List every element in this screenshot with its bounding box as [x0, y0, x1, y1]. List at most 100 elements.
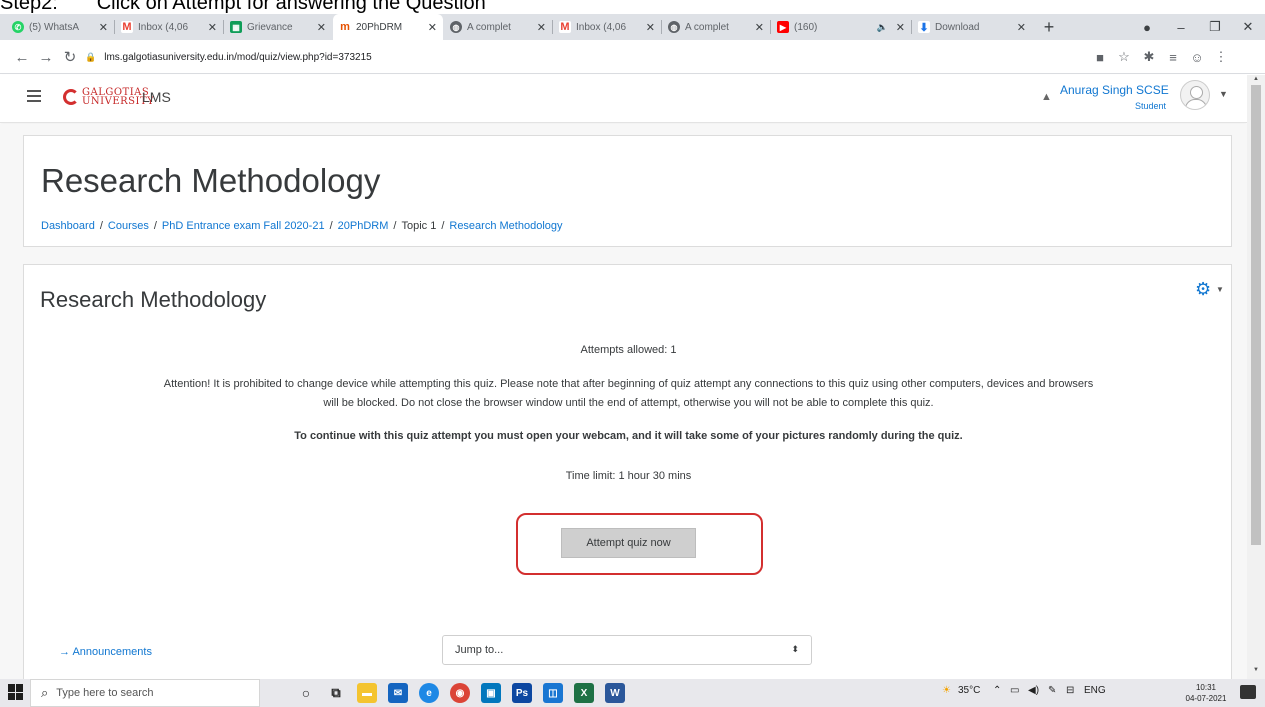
- attention-line-1: Attention! It is prohibited to change de…: [163, 378, 1094, 390]
- store-icon[interactable]: ▣: [481, 683, 501, 703]
- close-icon[interactable]: ✕: [428, 21, 437, 34]
- quiz-info-card: Research Methodology ⚙ ▼ Attempts allowe…: [23, 264, 1232, 679]
- mail-icon[interactable]: ✉: [388, 683, 408, 703]
- download-icon: ⬇: [918, 21, 930, 34]
- forward-arrow-icon[interactable]: →: [36, 47, 56, 67]
- scrollbar-thumb[interactable]: [1251, 85, 1261, 545]
- taskbar-search[interactable]: ⌕ Type here to search: [30, 679, 260, 707]
- bell-icon[interactable]: ▲: [1041, 91, 1052, 103]
- close-icon[interactable]: ✕: [1017, 21, 1026, 34]
- browser-tab-strip: ✆ (5) WhatsA ✕ M Inbox (4,06 ✕ ▦ Grievance ✕ m…: [0, 14, 1265, 40]
- back-arrow-icon[interactable]: ←: [12, 47, 32, 67]
- time-limit: Time limit: 1 hour 30 mins: [565, 470, 692, 482]
- globe-icon: ◍: [450, 21, 462, 33]
- address-bar[interactable]: 🔒 lms.galgotiasuniversity.edu.in/mod/qui…: [85, 46, 1065, 68]
- reload-icon[interactable]: ↻: [60, 47, 80, 67]
- browser-menu-icon[interactable]: ⋮: [1212, 48, 1230, 66]
- files-icon[interactable]: ◫: [543, 683, 563, 703]
- logo-mark-icon: [63, 89, 79, 105]
- attempts-allowed: Attempts allowed: 1: [580, 344, 677, 356]
- profile-avatar-icon[interactable]: ☺: [1188, 48, 1206, 66]
- browser-tab-7[interactable]: ▶ (160) 🔈 ✕: [771, 14, 911, 40]
- previous-activity-link[interactable]: → Announcements: [59, 646, 152, 658]
- instruction-caption: Step2: Click on Attempt for answering th…: [0, 0, 1265, 14]
- browser-tab-8[interactable]: ⬇ Download ✕: [912, 14, 1032, 40]
- photoshop-icon[interactable]: Ps: [512, 683, 532, 703]
- window-close-icon[interactable]: ✕: [1231, 14, 1265, 40]
- chevron-up-icon[interactable]: ⌃: [993, 685, 1001, 696]
- excel-icon[interactable]: X: [574, 683, 594, 703]
- browser-tab-6[interactable]: ◍ A complet ✕: [662, 14, 770, 40]
- profile-indicator-icon[interactable]: ●: [1130, 14, 1164, 40]
- restore-icon[interactable]: ❐: [1198, 14, 1232, 40]
- breadcrumb-dashboard[interactable]: Dashboard: [41, 220, 95, 232]
- page-title: Research Methodology: [41, 162, 381, 199]
- file-explorer-icon[interactable]: ▬: [357, 683, 377, 703]
- reading-list-icon[interactable]: ≡: [1164, 48, 1182, 66]
- lms-navbar: GALGOTIAS UNIVERSITY LMS ▲ Anurag Singh …: [0, 75, 1247, 123]
- breadcrumb: Dashboard / Courses / PhD Entrance exam Fall…: [41, 220, 563, 232]
- new-tab-button[interactable]: +: [1037, 14, 1061, 40]
- galgotias-logo[interactable]: GALGOTIAS UNIVERSITY: [63, 88, 154, 107]
- browser-toolbar: ← → ↻ 🔒 lms.galgotiasuniversity.edu.in/m…: [0, 40, 1265, 74]
- breadcrumb-exam[interactable]: PhD Entrance exam Fall 2020-21: [162, 220, 325, 232]
- user-avatar[interactable]: [1180, 80, 1210, 110]
- hamburger-menu-icon[interactable]: [27, 90, 41, 102]
- weather-icon[interactable]: ☀: [942, 685, 951, 696]
- chrome-icon[interactable]: ◉: [450, 683, 470, 703]
- close-icon[interactable]: ✕: [896, 21, 905, 34]
- chevron-down-icon[interactable]: ▼: [1216, 285, 1224, 294]
- audio-playing-icon[interactable]: 🔈: [877, 22, 888, 33]
- attempt-quiz-button[interactable]: Attempt quiz now: [561, 528, 696, 558]
- notification-center-icon[interactable]: [1240, 685, 1256, 699]
- volume-icon[interactable]: ◀): [1028, 685, 1039, 696]
- pen-icon[interactable]: ✎: [1048, 685, 1056, 696]
- word-icon[interactable]: W: [605, 683, 625, 703]
- network-icon[interactable]: ⊟: [1066, 685, 1074, 696]
- breadcrumb-courses[interactable]: Courses: [108, 220, 149, 232]
- close-icon[interactable]: ✕: [755, 21, 764, 34]
- close-icon[interactable]: ✕: [317, 21, 326, 34]
- scroll-down-icon[interactable]: ▼: [1253, 667, 1259, 673]
- windows-start-icon[interactable]: [8, 684, 24, 700]
- browser-tab-3[interactable]: m 20PhDRM ✕: [333, 14, 443, 40]
- scroll-up-icon[interactable]: ▲: [1253, 76, 1259, 82]
- minimize-icon[interactable]: –: [1164, 14, 1198, 40]
- breadcrumb-course[interactable]: 20PhDRM: [338, 220, 389, 232]
- browser-tab-2[interactable]: ▦ Grievance ✕: [224, 14, 332, 40]
- select-arrows-icon: ⬍: [791, 644, 799, 654]
- weather-temp[interactable]: 35°C: [958, 685, 980, 696]
- close-icon[interactable]: ✕: [537, 21, 546, 34]
- user-name[interactable]: Anurag Singh SCSE: [1060, 83, 1169, 97]
- star-icon[interactable]: ☆: [1115, 48, 1133, 66]
- breadcrumb-current[interactable]: Research Methodology: [449, 220, 562, 232]
- sheets-icon: ▦: [230, 21, 242, 33]
- edge-icon[interactable]: e: [419, 683, 439, 703]
- lock-icon: 🔒: [85, 51, 97, 62]
- language-indicator[interactable]: ENG: [1084, 685, 1106, 696]
- whatsapp-icon: ✆: [12, 21, 24, 33]
- user-role: Student: [1135, 101, 1167, 111]
- page-scrollbar[interactable]: ▲ ▼: [1247, 75, 1265, 679]
- camera-icon[interactable]: ■: [1091, 48, 1109, 66]
- close-icon[interactable]: ✕: [99, 21, 108, 34]
- battery-icon[interactable]: ▭: [1010, 685, 1019, 696]
- page-header: Research Methodology Dashboard / Courses / P…: [23, 135, 1232, 247]
- close-icon[interactable]: ✕: [646, 21, 655, 34]
- browser-tab-5[interactable]: M Inbox (4,06 ✕: [553, 14, 661, 40]
- breadcrumb-topic: Topic 1: [401, 220, 437, 232]
- youtube-icon: ▶: [777, 21, 789, 33]
- extensions-icon[interactable]: ✱: [1140, 48, 1158, 66]
- browser-tab-4[interactable]: ◍ A complet ✕: [444, 14, 552, 40]
- jump-to-select[interactable]: Jump to... ⬍: [442, 635, 812, 665]
- moodle-icon: m: [339, 21, 351, 33]
- cortana-icon[interactable]: ○: [296, 683, 316, 703]
- browser-tab-1[interactable]: M Inbox (4,06 ✕: [115, 14, 223, 40]
- browser-tab-0[interactable]: ✆ (5) WhatsA ✕: [6, 14, 114, 40]
- lms-label: LMS: [142, 89, 171, 105]
- chevron-down-icon[interactable]: ▼: [1219, 89, 1228, 99]
- gear-icon[interactable]: ⚙: [1195, 279, 1211, 300]
- close-icon[interactable]: ✕: [208, 21, 217, 34]
- taskbar-clock[interactable]: 10:31 04-07-2021: [1184, 682, 1228, 704]
- task-view-icon[interactable]: ⧉: [326, 683, 346, 703]
